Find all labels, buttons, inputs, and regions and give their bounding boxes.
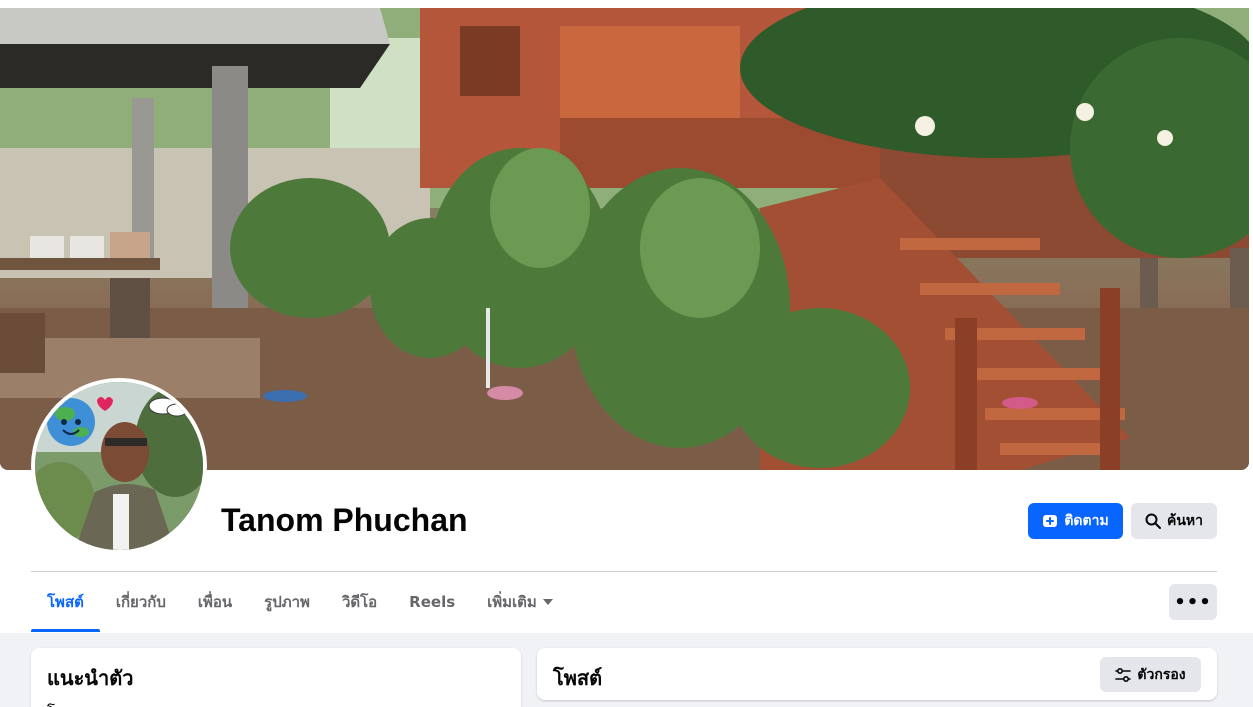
- cover-photo[interactable]: [0, 8, 1249, 470]
- ellipsis-icon: •••: [1174, 591, 1212, 613]
- intro-title: แนะนำตัว: [47, 666, 134, 690]
- tab-label: เพิ่มเติม: [487, 593, 537, 611]
- intro-card: แนะนำตัว โ: [31, 648, 521, 707]
- magnifier-icon: [1145, 513, 1161, 529]
- intro-first-line: โ: [47, 700, 55, 707]
- tab-reels[interactable]: Reels: [393, 572, 471, 632]
- caret-down-icon: [542, 598, 553, 606]
- profile-tabs: โพสต์ เกี่ยวกับ เพื่อน รูปภาพ วิดีโอ Ree…: [31, 572, 569, 632]
- tab-label: เกี่ยวกับ: [115, 593, 166, 611]
- search-button[interactable]: ค้นหา: [1131, 503, 1217, 539]
- tab-label: รูปภาพ: [264, 593, 310, 611]
- posts-card: โพสต์ ตัวกรอง: [537, 648, 1217, 700]
- more-options-button[interactable]: •••: [1169, 584, 1217, 620]
- tab-label: โพสต์: [47, 593, 84, 611]
- tab-label: Reels: [409, 593, 456, 611]
- tab-posts[interactable]: โพสต์: [31, 572, 100, 632]
- tab-photos[interactable]: รูปภาพ: [248, 572, 326, 632]
- tab-label: วิดีโอ: [341, 593, 378, 611]
- follow-button[interactable]: ติดตาม: [1028, 503, 1123, 539]
- profile-avatar[interactable]: [31, 378, 207, 554]
- follow-label: ติดตาม: [1064, 513, 1109, 529]
- cover-photo-illustration: [0, 8, 1249, 470]
- profile-name: Tanom Phuchan: [221, 502, 468, 538]
- profile-header: Tanom Phuchan ติดตาม ค้นหา โพสต์ เกี่ยวก…: [0, 0, 1253, 633]
- posts-title: โพสต์: [553, 666, 603, 690]
- search-label: ค้นหา: [1166, 513, 1204, 529]
- tab-videos[interactable]: วิดีโอ: [326, 572, 393, 632]
- filter-button[interactable]: ตัวกรอง: [1100, 657, 1201, 692]
- avatar-illustration: [35, 382, 203, 550]
- avatar-photo: [35, 382, 203, 550]
- tab-about[interactable]: เกี่ยวกับ: [100, 572, 182, 632]
- tab-more[interactable]: เพิ่มเติม: [471, 572, 569, 632]
- tab-friends[interactable]: เพื่อน: [182, 572, 248, 632]
- tab-label: เพื่อน: [197, 593, 233, 611]
- filter-label: ตัวกรอง: [1137, 666, 1186, 683]
- add-friend-icon: [1042, 513, 1058, 529]
- sliders-icon: [1115, 667, 1132, 682]
